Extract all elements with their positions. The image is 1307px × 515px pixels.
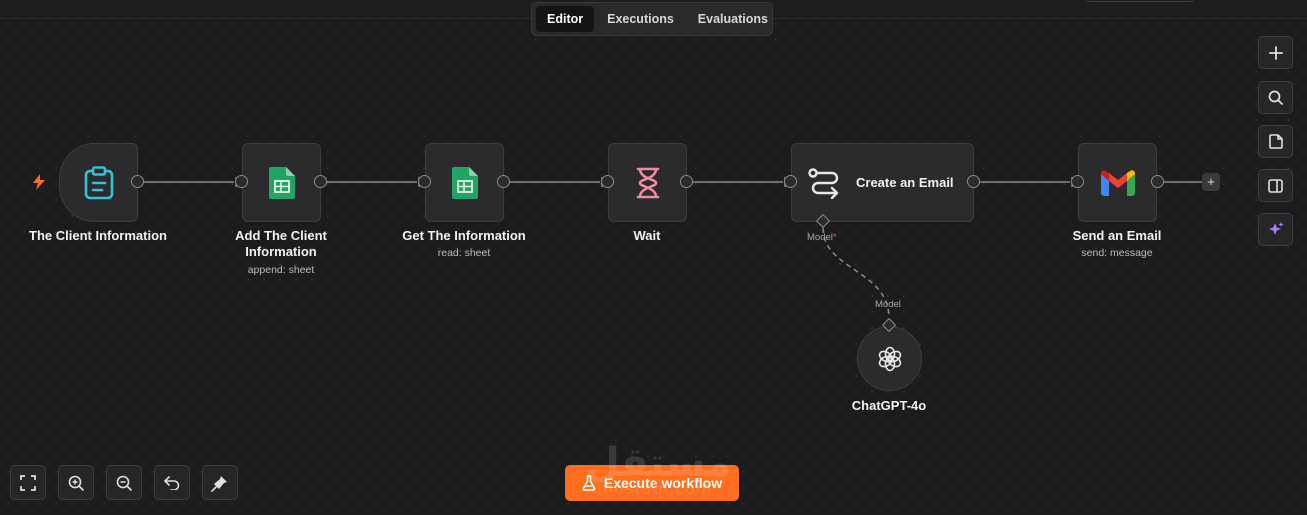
node-label: Add The Client bbox=[235, 228, 327, 243]
google-sheets-icon bbox=[451, 166, 478, 199]
node-client-information[interactable] bbox=[59, 143, 138, 222]
undo-button[interactable] bbox=[154, 465, 190, 500]
zoom-in-icon bbox=[68, 475, 84, 491]
node-get-information[interactable] bbox=[425, 143, 504, 222]
node-label: Create an Email bbox=[856, 175, 954, 190]
openai-icon bbox=[878, 346, 901, 371]
output-handle[interactable] bbox=[1151, 175, 1164, 188]
output-handle[interactable] bbox=[680, 175, 693, 188]
add-node-panel-button[interactable] bbox=[1258, 36, 1293, 69]
model-port-label: Model* bbox=[807, 232, 837, 243]
input-handle[interactable] bbox=[418, 175, 431, 188]
lightning-icon bbox=[33, 174, 45, 190]
sticky-note-icon bbox=[1268, 134, 1283, 149]
add-node-button[interactable]: + bbox=[1202, 173, 1220, 191]
google-sheets-icon bbox=[268, 166, 295, 199]
add-sticky-note-button[interactable] bbox=[1258, 125, 1293, 158]
clean-up-button[interactable] bbox=[202, 465, 238, 500]
node-label: ChatGPT-4o bbox=[851, 398, 927, 413]
input-handle[interactable] bbox=[1071, 175, 1084, 188]
route-icon bbox=[808, 167, 839, 199]
node-label: Send an Email bbox=[1072, 228, 1162, 243]
ai-assistant-button[interactable] bbox=[1258, 213, 1293, 246]
node-chatgpt[interactable] bbox=[857, 326, 922, 391]
toggle-panel-button[interactable] bbox=[1258, 169, 1293, 202]
node-send-email[interactable] bbox=[1078, 143, 1157, 222]
node-label: Information bbox=[245, 244, 317, 259]
search-nodes-button[interactable] bbox=[1258, 81, 1293, 114]
execute-workflow-button[interactable]: Execute workflow bbox=[565, 465, 739, 501]
output-handle[interactable] bbox=[131, 175, 144, 188]
node-label: Wait bbox=[633, 228, 661, 243]
plus-icon bbox=[1268, 45, 1283, 60]
hourglass-icon bbox=[636, 167, 659, 198]
execute-workflow-label: Execute workflow bbox=[603, 475, 723, 491]
node-label: Get The Information bbox=[402, 228, 526, 243]
gmail-icon bbox=[1100, 169, 1135, 196]
input-handle[interactable] bbox=[235, 175, 248, 188]
zoom-in-button[interactable] bbox=[58, 465, 94, 500]
output-handle[interactable] bbox=[497, 175, 510, 188]
node-wait[interactable] bbox=[608, 143, 687, 222]
undo-icon bbox=[164, 475, 180, 490]
input-handle[interactable] bbox=[601, 175, 614, 188]
panel-icon bbox=[1268, 178, 1283, 193]
clipboard-icon bbox=[84, 165, 113, 199]
fit-view-icon bbox=[20, 474, 36, 491]
node-label: The Client Information bbox=[29, 228, 167, 243]
model-output-label: Model bbox=[875, 299, 901, 310]
flask-icon bbox=[582, 475, 596, 491]
input-handle[interactable] bbox=[784, 175, 797, 188]
node-add-client-information[interactable] bbox=[242, 143, 321, 222]
node-subtitle: send: message bbox=[1081, 247, 1153, 259]
output-handle[interactable] bbox=[967, 175, 980, 188]
output-handle[interactable] bbox=[314, 175, 327, 188]
zoom-out-icon bbox=[116, 475, 132, 491]
search-icon bbox=[1268, 90, 1283, 105]
node-subtitle: read: sheet bbox=[437, 247, 491, 259]
node-subtitle: append: sheet bbox=[247, 264, 315, 276]
zoom-out-button[interactable] bbox=[106, 465, 142, 500]
sparkle-icon bbox=[1268, 221, 1283, 235]
fit-view-button[interactable] bbox=[10, 465, 46, 500]
clean-up-icon bbox=[211, 475, 227, 492]
